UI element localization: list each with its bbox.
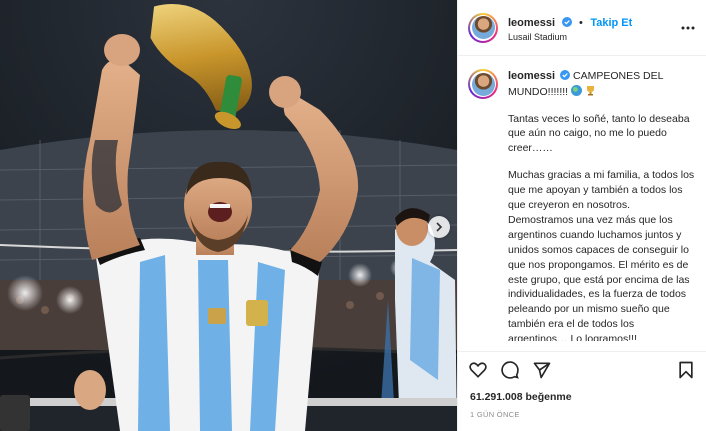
caption-avatar[interactable]	[468, 69, 498, 99]
next-photo-button[interactable]	[428, 216, 450, 238]
trophy-emoji-icon	[586, 85, 594, 96]
chevron-right-icon	[436, 222, 443, 232]
location-link[interactable]: Lusail Stadium	[508, 32, 632, 43]
instagram-post: leomessi • Takip Et Lusail Stadium leome…	[0, 0, 706, 431]
post-date: 1 GÜN ÖNCE	[470, 410, 520, 419]
username[interactable]: leomessi	[508, 17, 555, 29]
caption-paragraph-2: Muchas gracias a mi familia, a todos los…	[508, 169, 695, 341]
likes-label: beğenme	[525, 391, 572, 403]
post-photo[interactable]	[0, 0, 457, 431]
caption: leomessi CAMPEONES DEL MUNDO!!!!!!! Tant…	[508, 69, 696, 341]
caption-paragraph-1: Tantas veces lo soñé, tanto lo deseaba q…	[508, 112, 690, 155]
likes-count[interactable]: 61.291.008 beğenme	[470, 391, 572, 403]
bookmark-icon[interactable]	[676, 360, 696, 380]
verified-badge-icon	[561, 16, 572, 27]
share-icon[interactable]	[532, 360, 552, 380]
post-photo-illustration	[0, 0, 457, 431]
post-header: leomessi • Takip Et Lusail Stadium	[458, 0, 706, 56]
caption-username[interactable]: leomessi	[508, 70, 555, 82]
follow-button[interactable]: Takip Et	[590, 17, 632, 29]
heart-icon[interactable]	[468, 360, 488, 380]
likes-number: 61.291.008	[470, 391, 523, 403]
action-bar	[458, 351, 706, 387]
post-side-panel: leomessi • Takip Et Lusail Stadium leome…	[457, 0, 706, 431]
separator: •	[579, 16, 583, 29]
caption-area: leomessi CAMPEONES DEL MUNDO!!!!!!! Tant…	[458, 57, 706, 341]
more-options-icon[interactable]	[680, 20, 696, 36]
globe-emoji-icon	[571, 84, 583, 96]
avatar[interactable]	[468, 12, 498, 43]
comment-icon[interactable]	[500, 360, 520, 380]
verified-badge-icon	[560, 70, 571, 80]
